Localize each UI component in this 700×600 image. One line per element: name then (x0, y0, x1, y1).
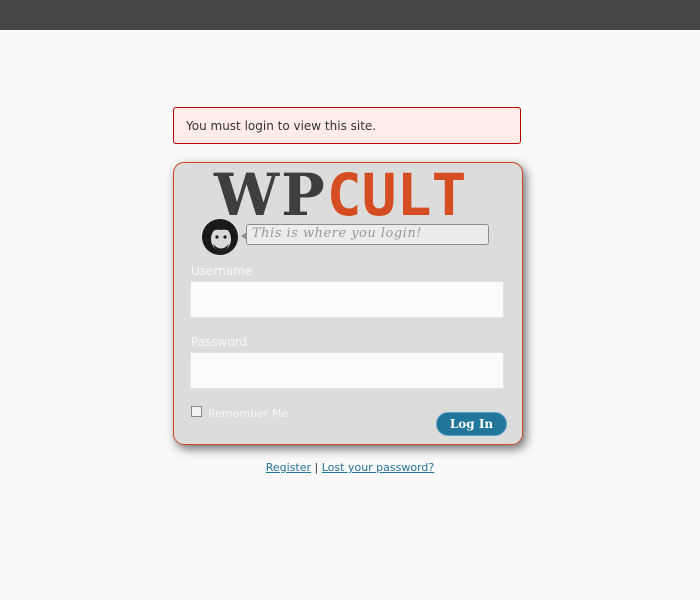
error-message: You must login to view this site. (186, 119, 377, 133)
logo-text-cult: CULT (326, 161, 467, 229)
speech-bubble: This is where you login! (241, 224, 489, 245)
login-form-card: WPCULT This is where you login! Username… (173, 162, 523, 445)
speech-bubble-text: This is where you login! (252, 226, 422, 241)
login-error-notice: You must login to view this site. (173, 107, 521, 144)
remember-me-label[interactable]: Remember Me (208, 407, 288, 420)
lost-password-link[interactable]: Lost your password? (322, 461, 435, 474)
admin-top-bar (0, 0, 700, 30)
username-label: Username (191, 264, 253, 278)
password-input[interactable] (190, 352, 504, 389)
footer-links: Register | Lost your password? (0, 461, 700, 474)
link-separator: | (314, 461, 319, 474)
username-input[interactable] (190, 281, 504, 318)
site-logo: WPCULT (214, 165, 466, 225)
login-button[interactable]: Log In (436, 412, 507, 436)
speech-bubble-tail (241, 232, 247, 240)
register-link[interactable]: Register (266, 461, 311, 474)
remember-me-checkbox[interactable] (191, 406, 202, 417)
password-label: Password (191, 335, 248, 349)
avatar-icon (202, 219, 238, 255)
